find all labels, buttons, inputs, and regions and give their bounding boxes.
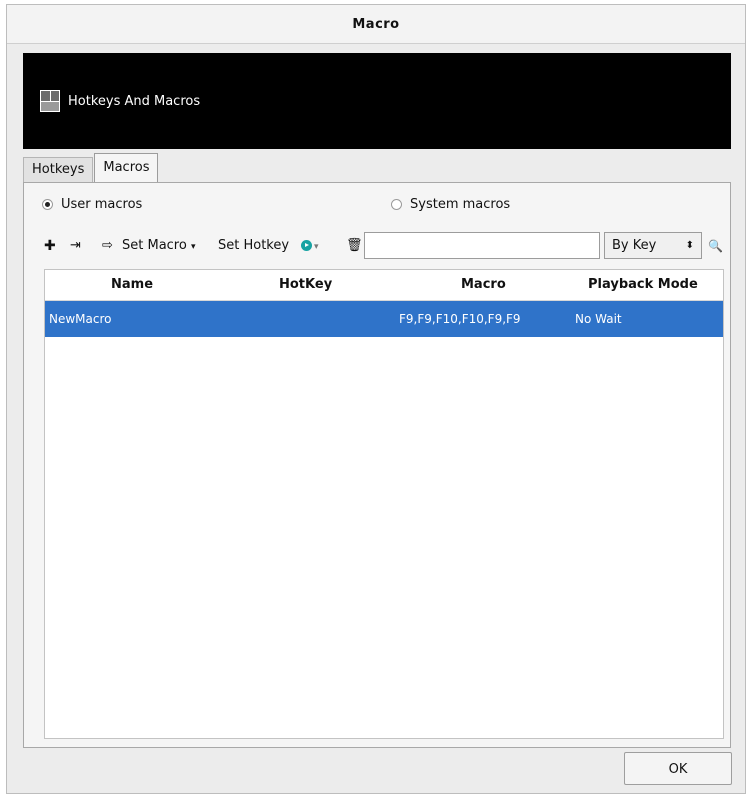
macro-dialog: Macro Hotkeys And Macros Hotkeys Macros … bbox=[6, 4, 746, 794]
system-macros-label: System macros bbox=[410, 197, 511, 212]
system-macros-option[interactable]: System macros bbox=[391, 197, 510, 212]
column-hotkey[interactable]: HotKey bbox=[279, 270, 332, 300]
play-icon bbox=[301, 240, 312, 251]
export-icon[interactable]: ⇨ bbox=[102, 234, 113, 258]
table-header: Name HotKey Macro Playback Mode bbox=[45, 270, 723, 301]
macros-panel: User macros System macros ✚ ⇥ ⇨ Set Macr… bbox=[23, 182, 731, 748]
search-icon[interactable]: 🔍 bbox=[708, 234, 723, 258]
ok-button[interactable]: OK bbox=[624, 752, 732, 785]
banner-title: Hotkeys And Macros bbox=[68, 93, 201, 109]
tab-macros[interactable]: Macros bbox=[94, 153, 159, 182]
user-macros-option[interactable]: User macros bbox=[42, 197, 142, 212]
set-macro-label: Set Macro bbox=[122, 238, 187, 253]
tab-hotkeys[interactable]: Hotkeys bbox=[23, 157, 94, 182]
user-macros-label: User macros bbox=[61, 197, 143, 212]
window-title: Macro bbox=[7, 5, 745, 44]
column-playback-mode[interactable]: Playback Mode bbox=[588, 270, 698, 300]
tab-bar: Hotkeys Macros bbox=[23, 153, 159, 182]
chevron-down-icon[interactable]: ▾ bbox=[314, 242, 319, 252]
cell-name: NewMacro bbox=[49, 312, 112, 326]
filter-select[interactable]: By Key ⬍ bbox=[604, 232, 702, 259]
column-name[interactable]: Name bbox=[111, 270, 153, 300]
add-icon[interactable]: ✚ bbox=[44, 234, 56, 258]
column-macro[interactable]: Macro bbox=[461, 270, 506, 300]
system-macros-radio[interactable] bbox=[391, 199, 402, 210]
header-banner: Hotkeys And Macros bbox=[23, 53, 731, 149]
filter-value: By Key bbox=[612, 238, 657, 253]
user-macros-radio[interactable] bbox=[42, 199, 53, 210]
cell-playback-mode: No Wait bbox=[575, 312, 622, 326]
import-icon[interactable]: ⇥ bbox=[70, 234, 81, 258]
set-hotkey-button[interactable]: Set Hotkey bbox=[218, 234, 289, 258]
keyboard-icon bbox=[40, 90, 60, 112]
table-row[interactable]: NewMacro F9,F9,F10,F10,F9,F9 No Wait bbox=[45, 301, 723, 337]
set-macro-button[interactable]: Set Macro ▾ bbox=[122, 234, 196, 258]
search-input[interactable] bbox=[364, 232, 600, 259]
macro-toolbar: ✚ ⇥ ⇨ Set Macro ▾ Set Hotkey ▾ 🗑 By Key … bbox=[24, 231, 730, 261]
select-arrows-icon: ⬍ bbox=[685, 240, 694, 251]
play-button[interactable]: ▾ bbox=[301, 234, 319, 258]
cell-macro: F9,F9,F10,F10,F9,F9 bbox=[399, 312, 521, 326]
macro-table: Name HotKey Macro Playback Mode NewMacro… bbox=[44, 269, 724, 739]
chevron-down-icon: ▾ bbox=[190, 242, 196, 252]
trash-icon[interactable]: 🗑 bbox=[346, 234, 363, 258]
